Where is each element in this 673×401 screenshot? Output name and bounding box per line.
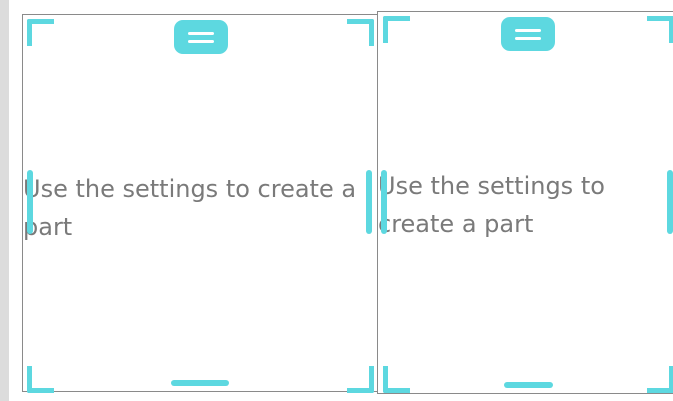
dashboard-panel-1[interactable]: Use the settings to create a part — [22, 14, 379, 392]
resize-handle-right-icon[interactable] — [366, 170, 372, 234]
resize-handle-bottom-icon[interactable] — [504, 382, 553, 388]
panel-placeholder-text: Use the settings to create a part — [378, 172, 605, 238]
resize-handle-left-icon[interactable] — [27, 170, 33, 234]
resize-handle-top-left-icon[interactable] — [383, 16, 410, 43]
resize-handle-bottom-right-icon[interactable] — [347, 366, 374, 393]
resize-handle-top-left-icon[interactable] — [27, 19, 54, 46]
resize-handle-bottom-right-icon[interactable] — [647, 366, 673, 393]
panel-placeholder-text: Use the settings to create a part — [23, 175, 357, 241]
resize-handle-top-right-icon[interactable] — [347, 19, 374, 46]
drag-handle-icon[interactable] — [174, 20, 228, 54]
resize-handle-right-icon[interactable] — [667, 170, 673, 234]
drag-handle-icon[interactable] — [501, 17, 555, 51]
resize-handle-left-icon[interactable] — [381, 170, 387, 234]
resize-handle-top-right-icon[interactable] — [647, 16, 673, 43]
dashboard-panel-2[interactable]: Use the settings to create a part — [377, 11, 673, 394]
resize-handle-bottom-left-icon[interactable] — [383, 366, 410, 393]
resize-handle-bottom-left-icon[interactable] — [27, 366, 54, 393]
resize-handle-bottom-icon[interactable] — [171, 380, 229, 386]
